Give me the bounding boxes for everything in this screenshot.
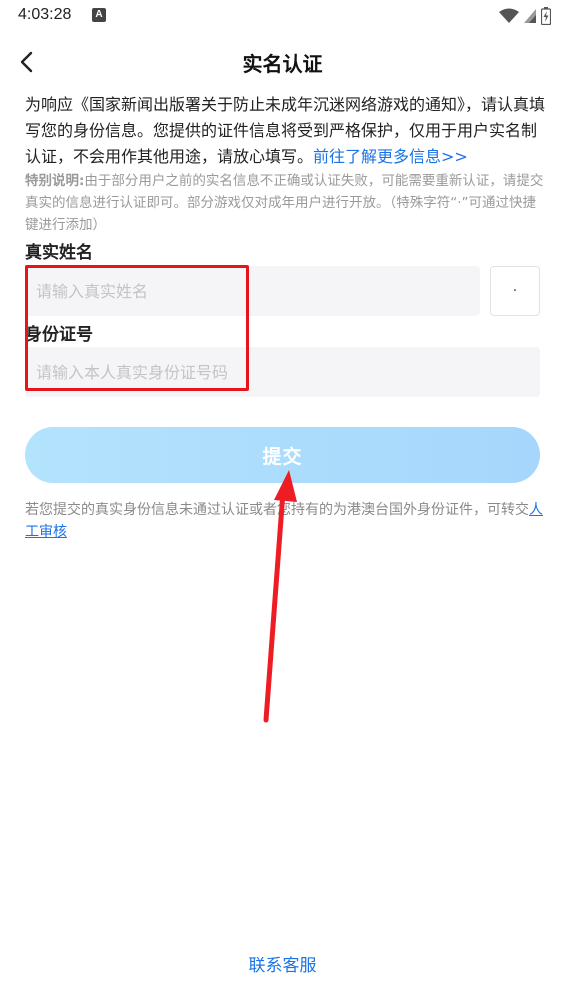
contact-support-link[interactable]: 联系客服: [0, 951, 565, 976]
wifi-icon: [499, 8, 519, 23]
special-notice-label: 特别说明:: [25, 173, 85, 189]
learn-more-link[interactable]: 前往了解更多信息>>: [313, 147, 468, 166]
special-notice-body: 由于部分用户之前的实名信息不正确或认证失败，可能需要重新认证，请提交真实的信息进…: [25, 173, 544, 233]
status-time: 4:03:28: [18, 6, 72, 23]
battery-icon: [541, 7, 551, 25]
id-number-input[interactable]: [25, 347, 540, 397]
middle-dot-button[interactable]: ·: [490, 266, 540, 316]
page-title: 实名认证: [242, 52, 323, 76]
name-label: 真实姓名: [25, 243, 93, 263]
submit-button[interactable]: 提交: [25, 427, 540, 483]
notice-text: 为响应《国家新闻出版署关于防止未成年沉迷网络游戏的通知》，请认真填写您的身份信息…: [25, 92, 545, 170]
header: 实名认证: [0, 40, 565, 84]
signal-icon: [524, 9, 536, 23]
bottom-note-text: 若您提交的真实身份信息未通过认证或者您持有的为港澳台国外身份证件，可转交: [25, 502, 529, 518]
real-name-input[interactable]: [25, 266, 480, 316]
special-notice: 特别说明:由于部分用户之前的实名信息不正确或认证失败，可能需要重新认证，请提交真…: [25, 170, 545, 236]
notification-a-icon: A: [92, 8, 106, 22]
status-bar: 4:03:28 A: [0, 0, 565, 32]
id-label: 身份证号: [25, 325, 93, 345]
bottom-note: 若您提交的真实身份信息未通过认证或者您持有的为港澳台国外身份证件，可转交人工审核: [25, 499, 545, 543]
status-icons: [499, 6, 551, 26]
